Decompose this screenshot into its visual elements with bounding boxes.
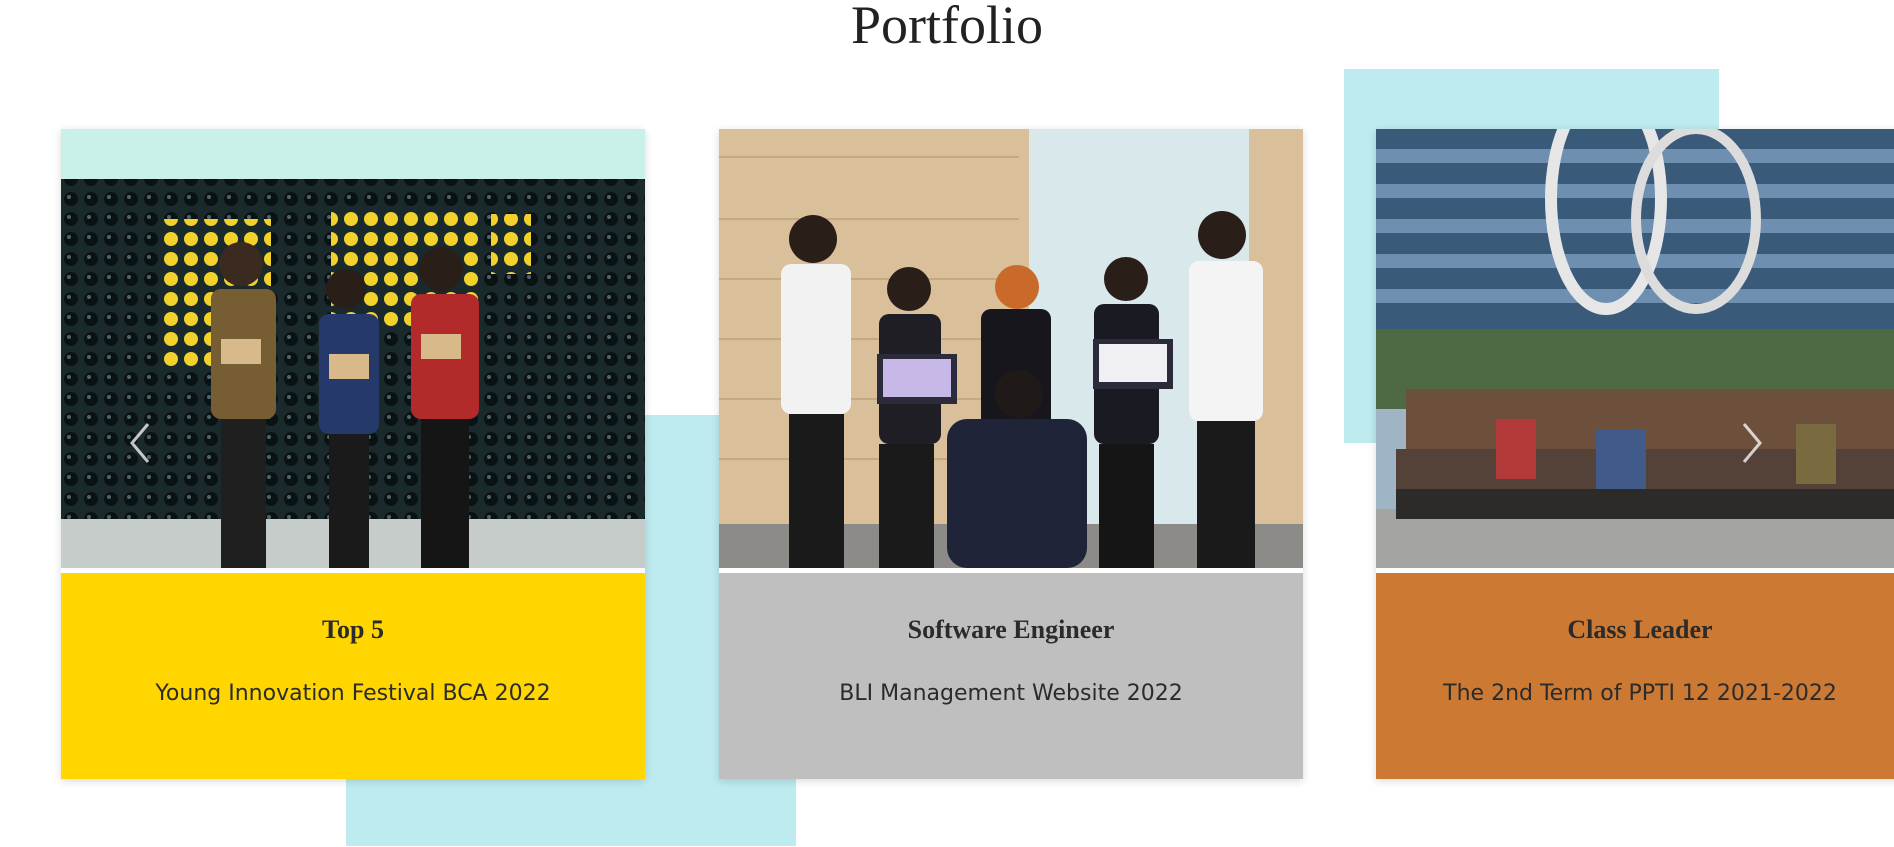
card-subtitle: BLI Management Website 2022 <box>839 681 1183 706</box>
portfolio-photo <box>1376 129 1894 568</box>
portfolio-card-class-leader[interactable]: Class Leader The 2nd Term of PPTI 12 202… <box>1376 129 1894 779</box>
card-heading: Top 5 <box>322 615 384 644</box>
card-heading: Software Engineer <box>907 615 1115 644</box>
carousel-prev-button[interactable] <box>126 418 156 468</box>
card-caption: Software Engineer BLI Management Website… <box>719 573 1303 779</box>
portfolio-photo <box>719 129 1303 568</box>
card-caption: Class Leader The 2nd Term of PPTI 12 202… <box>1376 573 1894 779</box>
portfolio-card-software-engineer[interactable]: Software Engineer BLI Management Website… <box>719 129 1303 779</box>
carousel-next-button[interactable] <box>1736 418 1766 468</box>
portfolio-photo <box>61 129 645 568</box>
card-subtitle: The 2nd Term of PPTI 12 2021-2022 <box>1443 681 1837 706</box>
page-title: Portfolio <box>850 0 1043 55</box>
card-subtitle: Young Innovation Festival BCA 2022 <box>155 681 551 706</box>
chevron-left-icon <box>130 423 150 463</box>
chevron-right-icon <box>1742 423 1762 463</box>
card-caption: Top 5 Young Innovation Festival BCA 2022 <box>61 573 645 779</box>
card-heading: Class Leader <box>1567 615 1713 644</box>
